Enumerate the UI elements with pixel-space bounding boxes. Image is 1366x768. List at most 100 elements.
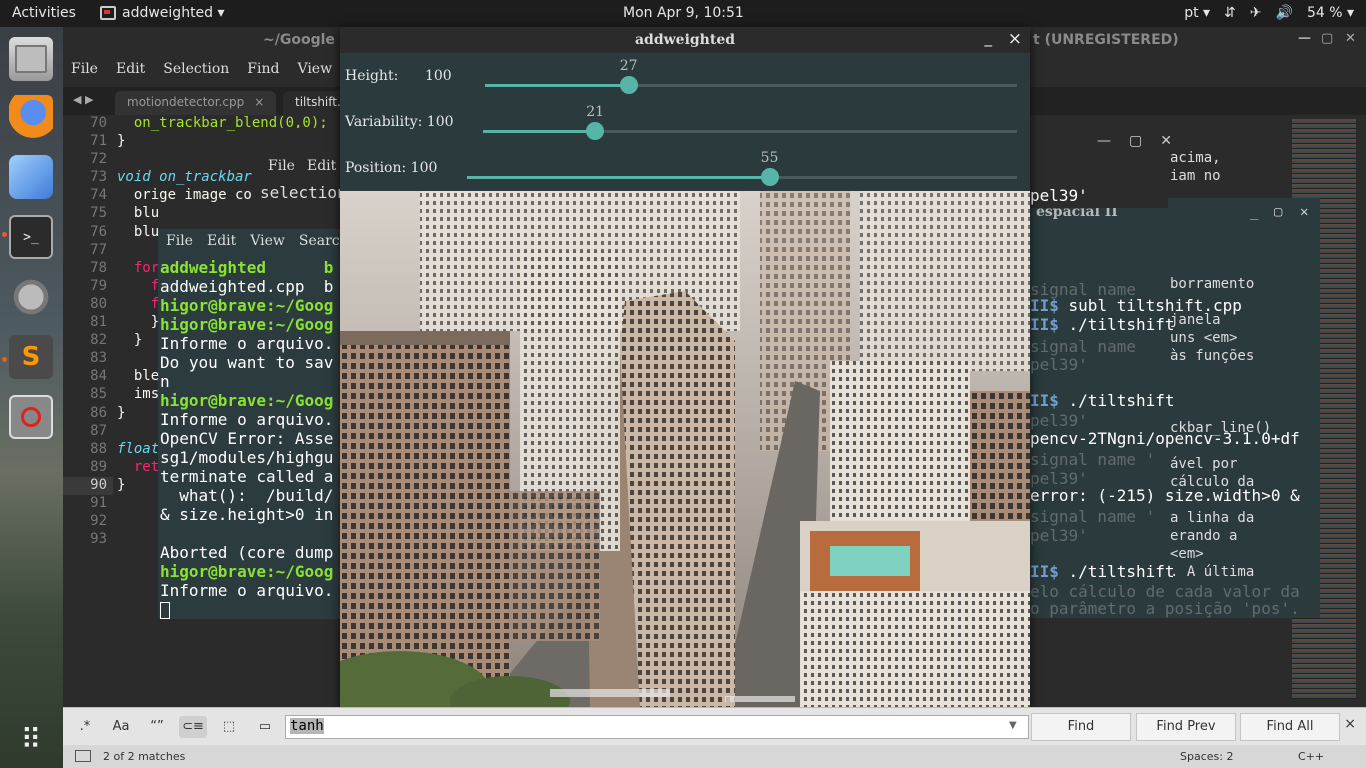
addweighted-window: addweighted _ × Height: 100 27 Variabili…: [340, 27, 1030, 710]
tab-label: motiondetector.cpp: [127, 95, 245, 109]
line-number: 83: [90, 350, 107, 367]
terminal-top-line: pel39': [1030, 186, 1088, 205]
close-icon[interactable]: ✕: [1160, 133, 1172, 149]
tab-nav-arrows[interactable]: ◀ ▶: [73, 93, 93, 106]
tiltshift-output-image: [340, 191, 1030, 710]
menu-edit[interactable]: Edit: [116, 61, 145, 77]
tab-close-icon[interactable]: ×: [254, 95, 264, 109]
language-indicator[interactable]: pt ▾: [1184, 5, 1210, 21]
terminal-line: higor@brave:~/Goog: [160, 315, 334, 334]
trackbar-thumb[interactable]: [760, 168, 779, 186]
maximize-icon[interactable]: ▢: [1129, 133, 1142, 149]
city-photo: [340, 191, 1030, 710]
maximize-icon[interactable]: ▢: [1321, 31, 1333, 46]
show-applications-icon[interactable]: ⠿: [9, 717, 53, 761]
app-menu[interactable]: addweighted ▾: [100, 5, 225, 21]
files-app-icon[interactable]: [9, 37, 53, 81]
find-all-button[interactable]: Find All: [1240, 713, 1340, 741]
command-text: ./tiltshift: [1058, 315, 1175, 334]
network-icon[interactable]: ⇵: [1224, 5, 1236, 21]
menu-view[interactable]: View: [297, 61, 332, 77]
trackbar-track[interactable]: 27: [485, 58, 1017, 94]
terminal-line: Informe o arquivo.: [160, 410, 334, 429]
menu-bar: File Edit Selection Find View G: [63, 54, 361, 84]
sublime-text-icon[interactable]: S: [9, 335, 53, 379]
menu-file[interactable]: File: [71, 61, 98, 77]
case-sensitive-toggle[interactable]: Aa: [107, 716, 135, 738]
close-icon[interactable]: ✕: [1345, 31, 1356, 46]
menu-edit[interactable]: Edit: [207, 233, 236, 249]
document-text-line: cálculo da: [1170, 474, 1255, 490]
terminal-window[interactable]: File Edit View Search addweighted baddwe…: [158, 229, 340, 619]
system-tray[interactable]: pt ▾ ⇵ ✈ 🔊 54 % ▾: [1184, 5, 1354, 21]
close-icon[interactable]: ×: [1008, 29, 1022, 49]
trackbar-thumb[interactable]: [586, 122, 605, 140]
panel-toggle-icon[interactable]: [75, 750, 91, 762]
clock[interactable]: Mon Apr 9, 10:51: [623, 5, 744, 21]
line-number: 86: [90, 404, 107, 421]
menu-view[interactable]: View: [250, 233, 285, 249]
faded-terminal-line: pel39': [1030, 411, 1088, 430]
terminal-line: Informe o arquivo.: [160, 581, 334, 600]
terminal-line: higor@brave:~/Goog: [160, 391, 334, 410]
tab-motiondetector[interactable]: motiondetector.cpp ×: [115, 91, 277, 115]
trackbar-label: Variability: 100: [345, 114, 454, 130]
terminal-line: II$ ./tiltshift: [1030, 562, 1175, 581]
find-prev-button[interactable]: Find Prev: [1136, 713, 1236, 741]
highlight-matches-toggle[interactable]: ▭: [251, 716, 279, 738]
firefox-icon[interactable]: [9, 95, 53, 139]
command-text: error: (-215) size.width>0 &: [1030, 486, 1300, 505]
prompt-fragment: II$: [1030, 391, 1059, 410]
menu-file[interactable]: File: [166, 233, 193, 249]
minimize-icon[interactable]: _: [1250, 204, 1258, 220]
whole-word-toggle[interactable]: “”: [143, 716, 171, 738]
menu-selection[interactable]: Selection: [163, 61, 229, 77]
activities-button[interactable]: Activities: [12, 5, 76, 21]
line-number: 88: [90, 440, 107, 457]
line-number: 71: [90, 133, 107, 150]
trackbar-thumb[interactable]: [619, 76, 638, 94]
find-query: tanh: [290, 718, 324, 734]
find-history-dropdown-icon[interactable]: ▼: [1009, 720, 1017, 731]
faded-terminal-line: o parâmetro a posição 'pos'.: [1030, 599, 1300, 618]
terminal-line: Do you want to sav: [160, 353, 334, 372]
terminal-icon[interactable]: >_: [9, 215, 53, 259]
in-selection-toggle[interactable]: ⬚: [215, 716, 243, 738]
minimize-icon[interactable]: —: [1097, 133, 1111, 149]
window-controls: — ▢ ✕: [1097, 133, 1172, 149]
maximize-icon[interactable]: ▢: [1274, 204, 1282, 220]
menu-file[interactable]: File: [268, 158, 295, 174]
regex-toggle[interactable]: .*: [71, 716, 99, 738]
document-text-line: <em>: [1170, 546, 1204, 562]
terminal-line: addweighted.cpp b: [160, 277, 334, 296]
close-find-icon[interactable]: ×: [1344, 716, 1356, 732]
settings-icon[interactable]: [9, 275, 53, 319]
minimize-icon[interactable]: —: [1298, 31, 1311, 46]
trackbar-track[interactable]: 21: [483, 104, 1017, 140]
battery-indicator[interactable]: 54 % ▾: [1307, 5, 1354, 21]
cube-app-icon[interactable]: [9, 155, 53, 199]
menu-search[interactable]: Search: [299, 233, 340, 249]
window-title-suffix: t (UNREGISTERED): [1033, 32, 1179, 48]
menu-find[interactable]: Find: [247, 61, 279, 77]
minimize-icon[interactable]: _: [985, 29, 993, 47]
airplane-icon[interactable]: ✈: [1250, 5, 1262, 21]
volume-icon[interactable]: 🔊: [1276, 5, 1293, 21]
menu-edit[interactable]: Edit: [307, 158, 336, 174]
find-button[interactable]: Find: [1031, 713, 1131, 741]
terminal-line: II$ ./tiltshift: [1030, 315, 1175, 334]
find-input[interactable]: tanh: [285, 715, 1029, 739]
trackbar-track[interactable]: 55: [467, 150, 1017, 186]
command-text: ./tiltshift: [1058, 562, 1175, 581]
prompt-fragment: II$: [1030, 315, 1059, 334]
prompt-fragment: II$: [1030, 296, 1059, 315]
block-app-icon[interactable]: [9, 395, 53, 439]
trackbar-fill: [483, 130, 596, 133]
top-panel: Activities addweighted ▾ Mon Apr 9, 10:5…: [0, 0, 1366, 27]
indentation-setting[interactable]: Spaces: 2: [1180, 750, 1233, 763]
close-icon[interactable]: ✕: [1300, 204, 1308, 220]
wrap-toggle[interactable]: ⊂≡: [179, 716, 207, 738]
line-number: 79: [90, 277, 107, 294]
terminal-line: terminate called a: [160, 467, 334, 486]
syntax-setting[interactable]: C++: [1298, 750, 1324, 763]
